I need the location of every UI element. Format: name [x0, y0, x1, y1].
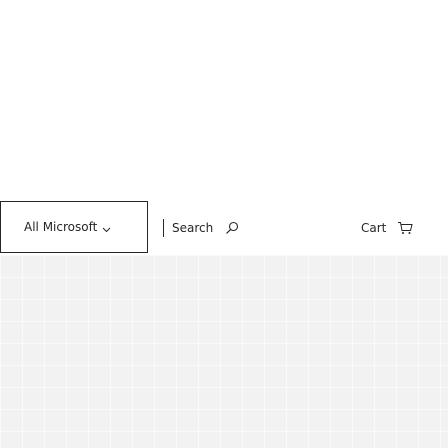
content-placeholder-grid — [0, 255, 448, 448]
cart-button[interactable]: Cart — [361, 219, 414, 237]
all-microsoft-dropdown[interactable]: All Microsoft — [0, 201, 148, 253]
all-microsoft-label: All Microsoft — [24, 220, 98, 234]
search-button[interactable]: Search — [172, 219, 239, 237]
nav-divider — [163, 219, 164, 237]
search-icon — [225, 221, 239, 235]
cart-icon — [397, 221, 414, 235]
cart-label: Cart — [361, 221, 387, 235]
search-label: Search — [172, 221, 214, 235]
chevron-down-icon — [102, 223, 111, 232]
